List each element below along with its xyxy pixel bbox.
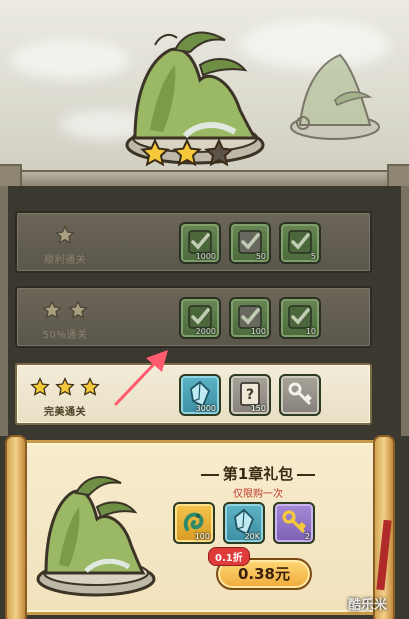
- reward-item[interactable]: 3000: [179, 374, 221, 416]
- star-icon: [42, 300, 63, 319]
- reward-qty: 100: [250, 327, 266, 336]
- tier-stars: [35, 300, 95, 324]
- watermark: 酷乐米: [348, 598, 388, 613]
- reward-item[interactable]: 5: [279, 222, 321, 264]
- reward-item[interactable]: 100: [229, 297, 271, 339]
- tier-label: 顺利通关: [44, 255, 86, 266]
- star-filled-icon: [172, 138, 202, 167]
- star-filled-icon: [140, 138, 170, 167]
- reward-qty: 50: [255, 252, 266, 261]
- tier-row-3: 完美通关 3000 ? 150: [15, 363, 372, 425]
- star-icon: [30, 377, 50, 396]
- gift-qty: 20K: [244, 532, 260, 541]
- gift-item[interactable]: 100: [173, 502, 215, 544]
- tier-label: 50%通关: [42, 330, 88, 341]
- level-star-rating: [140, 138, 234, 168]
- reward-item[interactable]: 50: [229, 222, 271, 264]
- reward-qty: 3000: [195, 404, 216, 413]
- reward-item[interactable]: [279, 374, 321, 416]
- purchase-limit-text: 仅限购一次: [233, 489, 283, 500]
- key-icon: [288, 382, 312, 405]
- gift-item[interactable]: 2: [273, 502, 315, 544]
- reward-item[interactable]: 1000: [179, 222, 221, 264]
- gift-item[interactable]: 20K: [223, 502, 265, 544]
- star-icon: [55, 377, 75, 396]
- star-icon: [80, 377, 100, 396]
- tier-stars: [29, 377, 101, 401]
- reward-qty: 150: [250, 404, 266, 413]
- next-island-illustration: [290, 53, 380, 140]
- gift-island-illustration: [36, 476, 156, 597]
- reward-qty: 5: [310, 252, 316, 261]
- gift-pack-title: 第1章礼包: [173, 463, 343, 484]
- reward-qty: 10: [305, 327, 316, 336]
- svg-text:?: ?: [246, 387, 254, 403]
- gift-pack-title-text: 第1章礼包: [222, 465, 294, 483]
- reward-item[interactable]: 10: [279, 297, 321, 339]
- gift-qty: 100: [194, 532, 210, 541]
- star-icon: [55, 225, 75, 244]
- gift-qty: 2: [304, 532, 310, 541]
- tier-stars: [35, 225, 95, 249]
- reward-item[interactable]: 2000: [179, 297, 221, 339]
- star-empty-icon: [204, 138, 234, 167]
- chapter-gift-pack: 第1章礼包 仅限购一次 100 20K 2 0.1折 0.38元: [5, 435, 395, 619]
- reward-qty: 1000: [195, 252, 216, 261]
- tier-label: 完美通关: [44, 407, 86, 418]
- tier-row-1: 顺利通关 1000 50 5: [15, 211, 372, 273]
- level-scene: [0, 0, 409, 186]
- reward-item[interactable]: ? 150: [229, 374, 271, 416]
- pointer-arrow-icon: [114, 350, 168, 406]
- discount-badge: 0.1折: [208, 547, 250, 566]
- tier-row-2: 50%通关 2000 100 10: [15, 286, 372, 348]
- star-icon: [67, 300, 88, 319]
- reward-qty: 2000: [195, 327, 216, 336]
